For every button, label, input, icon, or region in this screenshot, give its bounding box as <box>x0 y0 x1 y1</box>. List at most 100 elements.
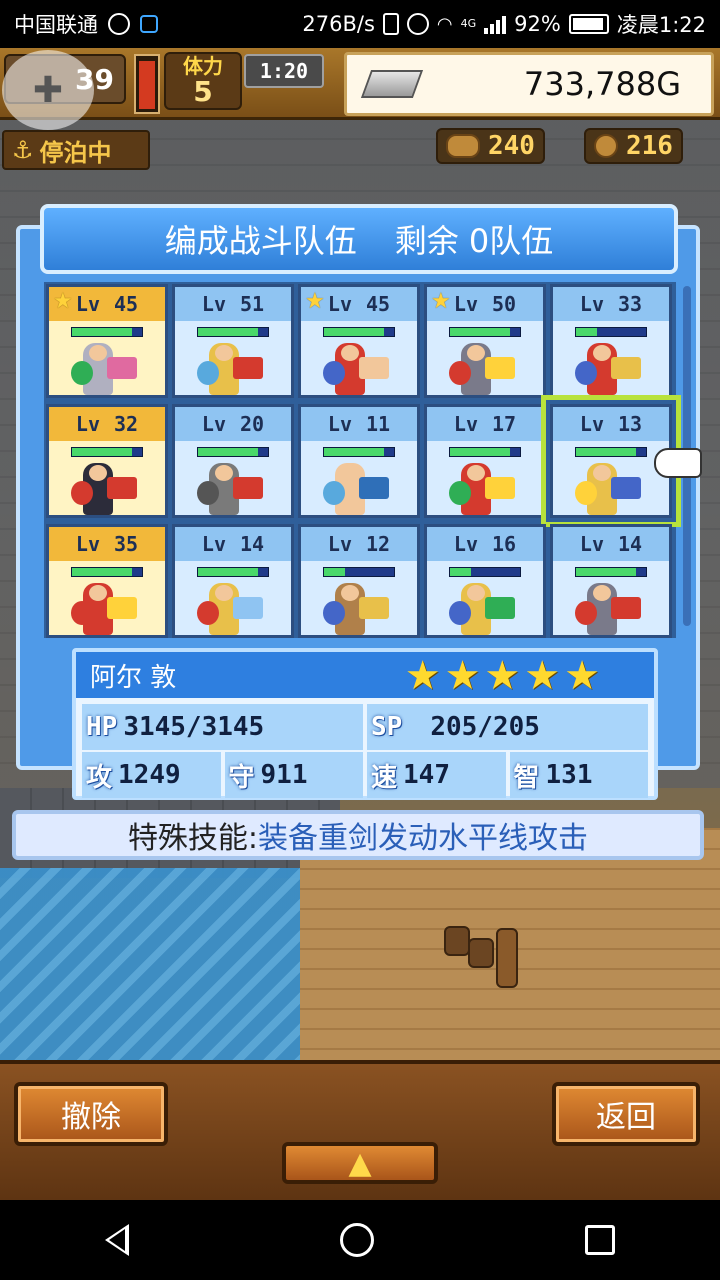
unit-hp-bar <box>449 327 521 337</box>
lv-label: Lv <box>453 292 478 316</box>
unit-level-bar: Lv 14 <box>175 527 291 561</box>
back-button[interactable]: 返回 <box>552 1082 700 1146</box>
defense-stat: 守 911 <box>224 752 363 798</box>
speed-stat: 速 147 <box>367 752 506 798</box>
unit-level: 51 <box>240 292 265 316</box>
unit-level-bar: Lv 17 <box>427 407 543 441</box>
unit-card[interactable]: Lv 20 <box>172 404 294 518</box>
unit-level-bar: Lv 11 <box>301 407 417 441</box>
unit-hp-bar <box>71 327 143 337</box>
stamina-timer: 1:20 <box>244 54 324 88</box>
unit-card[interactable]: Lv 11 <box>298 404 420 518</box>
unit-card[interactable]: Lv 32 <box>46 404 168 518</box>
unit-sprite <box>575 343 641 395</box>
chevron-up-icon: ▲ <box>348 1145 372 1181</box>
lv-label: Lv <box>327 292 352 316</box>
sp-value: 205/205 <box>430 712 540 742</box>
stat-row-hp-sp: HP 3145/3145 SP 205/205 <box>82 704 648 750</box>
unit-hp-bar <box>71 447 143 457</box>
unit-level-bar: Lv 14 <box>553 527 669 561</box>
unit-sprite <box>323 463 389 515</box>
battery-percent: 92% <box>514 12 561 36</box>
gamepad-icon[interactable]: ✚ <box>2 50 94 130</box>
unit-card[interactable]: Lv 35 <box>46 524 168 638</box>
unit-level-bar: Lv 16 <box>427 527 543 561</box>
network-type: 4G <box>460 17 477 30</box>
unit-card[interactable]: Lv 14 <box>550 524 672 638</box>
unit-level: 50 <box>492 292 517 316</box>
unit-card[interactable]: Lv 14 <box>172 524 294 638</box>
hp-label: HP <box>86 712 118 742</box>
unit-card[interactable]: Lv 51 <box>172 284 294 398</box>
lv-label: Lv <box>579 292 604 316</box>
unit-level: 11 <box>366 412 391 436</box>
net-speed: 276B/s <box>302 12 375 36</box>
unit-sprite <box>449 463 515 515</box>
wood-amount: 240 <box>488 131 535 161</box>
anchor-status[interactable]: ⚓ 停泊中 <box>2 130 150 170</box>
barrel-icon <box>468 938 494 968</box>
coin-amount: 216 <box>626 131 673 161</box>
unit-card[interactable]: Lv 45 ★ <box>46 284 168 398</box>
clock-time: 凌晨1:22 <box>616 13 706 37</box>
attack-value: 1249 <box>118 760 181 790</box>
star-icon: ★ <box>444 653 481 699</box>
vibrate-icon <box>382 13 399 35</box>
unit-level-bar: Lv 12 <box>301 527 417 561</box>
remaining-teams: 剩余 0队伍 <box>394 222 554 260</box>
unit-sprite <box>197 463 263 515</box>
lv-label: Lv <box>201 532 226 556</box>
unit-level: 32 <box>114 412 139 436</box>
unit-hp-bar <box>197 327 269 337</box>
unit-card[interactable]: Lv 33 <box>550 284 672 398</box>
lv-label: Lv <box>579 532 604 556</box>
nav-recents-icon[interactable] <box>584 1225 615 1255</box>
stamina-value: 5 <box>193 75 213 108</box>
unit-card[interactable]: Lv 17 <box>424 404 546 518</box>
unit-level: 35 <box>114 532 139 556</box>
lv-label: Lv <box>453 412 478 436</box>
star-icon: ★ <box>305 289 325 314</box>
unit-rarity-stars: ★ ★ ★ ★ ★ <box>405 656 600 696</box>
unit-card[interactable]: Lv 45 ★ <box>298 284 420 398</box>
stat-row-attrs: 攻 1249 守 911 速 147 智 131 <box>82 752 648 798</box>
remove-button[interactable]: 撤除 <box>14 1082 168 1146</box>
unit-card[interactable]: Lv 12 <box>298 524 420 638</box>
speed-label: 速 <box>371 762 398 793</box>
star-icon: ★ <box>404 653 441 699</box>
unit-card[interactable]: Lv 16 <box>424 524 546 638</box>
unit-sprite <box>323 343 389 395</box>
unit-level-bar: Lv 13 <box>553 407 669 441</box>
barrel-icon <box>444 926 470 956</box>
carrier-label: 中国联通 <box>14 13 98 37</box>
unit-card[interactable]: Lv 50 ★ <box>424 284 546 398</box>
intellect-stat: 智 131 <box>509 752 648 798</box>
unit-sprite <box>323 583 389 635</box>
nav-home-icon[interactable] <box>339 1223 374 1257</box>
unit-sprite <box>197 583 263 635</box>
attack-label: 攻 <box>86 762 113 793</box>
unit-hp-bar <box>575 327 647 337</box>
coin-icon <box>594 134 618 158</box>
unit-hp-bar <box>71 567 143 577</box>
unit-level: 14 <box>240 532 265 556</box>
unit-stats-panel: 阿尔 敦 ★ ★ ★ ★ ★ HP 3145/3145 SP 205/205 攻 124… <box>72 648 658 800</box>
battery-icon <box>568 14 609 34</box>
stamina-gauge <box>134 54 160 114</box>
intellect-label: 智 <box>513 762 540 793</box>
unit-level: 45 <box>366 292 391 316</box>
unit-sprite <box>449 343 515 395</box>
star-icon: ★ <box>564 653 600 699</box>
unit-level-bar: Lv 51 <box>175 287 291 321</box>
nav-back-icon[interactable] <box>105 1224 130 1256</box>
star-icon: ★ <box>53 289 73 314</box>
android-nav-bar <box>0 1200 720 1280</box>
lv-label: Lv <box>453 532 478 556</box>
skill-value: 装备重剑发动水平线攻击 <box>258 821 589 856</box>
expand-up-button[interactable]: ▲ <box>282 1142 438 1184</box>
unit-grid: Lv 45 ★ Lv 51 Lv 45 ★ Lv 50 ★ Lv 33 Lv 32 Lv 20 Lv 11 Lv 17 L… <box>44 282 681 638</box>
sp-label: SP <box>371 712 403 742</box>
unit-sprite <box>71 463 137 515</box>
star-icon: ★ <box>484 653 521 699</box>
unit-sprite <box>575 463 641 515</box>
